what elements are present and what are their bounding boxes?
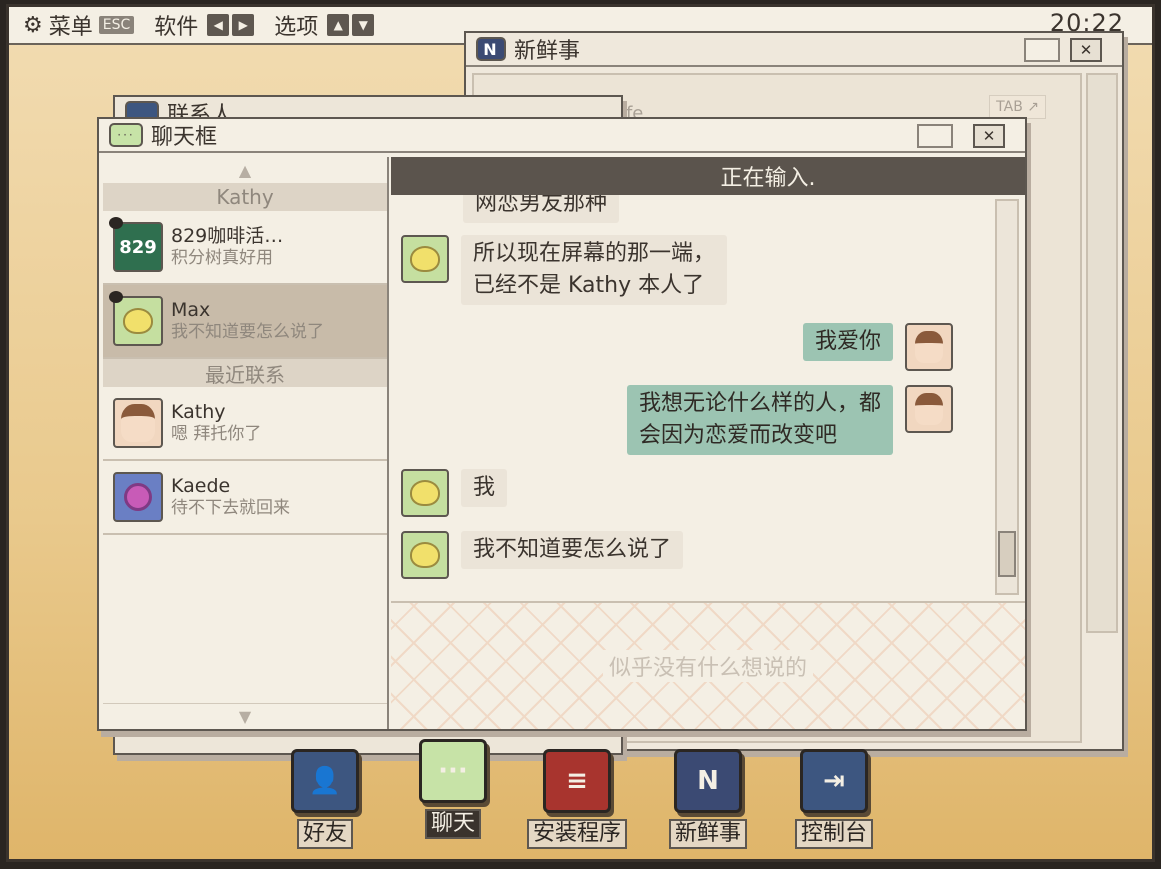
section-pinned: Kathy: [103, 183, 387, 211]
contact-name: Kathy: [171, 401, 226, 423]
contact-item-kathy[interactable]: Kathy 嗯 拜托你了: [103, 387, 387, 461]
news-window-title: 新鲜事: [514, 39, 581, 64]
notification-icon: [109, 291, 123, 303]
chat-area: 正在输入. 网恋男友那种 所以现在屏幕的那一端， 已经不是 Kathy 本人了 …: [391, 157, 1025, 729]
avatar: [401, 235, 449, 283]
left-arrow-icon[interactable]: ◀: [207, 14, 230, 36]
avatar: [113, 472, 163, 522]
girl-icon: [915, 331, 943, 363]
close-button[interactable]: ✕: [973, 124, 1005, 148]
close-button[interactable]: ✕: [1070, 38, 1102, 62]
chat-window[interactable]: ··· 聊天框 ✕ ▲ Kathy 829 829咖啡活… 积分树真好用 Max: [97, 117, 1027, 731]
news-icon: N: [476, 37, 506, 61]
dock-label: 聊天: [424, 809, 481, 839]
chat-icon: ···: [109, 123, 143, 147]
dock-label: 控制台: [795, 819, 874, 849]
typing-status: 正在输入.: [391, 157, 1025, 195]
friends-icon: 👤: [291, 749, 359, 813]
software-button[interactable]: 软件 ◀ ▶: [148, 9, 255, 41]
message-row: 我爱你: [802, 323, 953, 371]
contact-last-message: 我不知道要怎么说了: [171, 322, 324, 342]
avatar: [905, 385, 953, 433]
up-arrow-icon[interactable]: ▲: [327, 14, 350, 36]
tab-button[interactable]: TAB ↗: [989, 95, 1046, 119]
flower-icon: [124, 483, 152, 511]
avatar: 829: [113, 222, 163, 272]
avatar: [113, 296, 163, 346]
maximize-button[interactable]: [1024, 38, 1060, 62]
contact-last-message: 积分树真好用: [171, 248, 273, 268]
input-placeholder: 似乎没有什么想说的: [602, 650, 813, 682]
message-row: 所以现在屏幕的那一端， 已经不是 Kathy 本人了: [401, 235, 728, 305]
right-arrow-icon[interactable]: ▶: [232, 14, 255, 36]
software-label: 软件: [154, 15, 199, 40]
message-bubble: 我爱你: [802, 323, 893, 361]
notification-icon: [109, 217, 123, 229]
news-titlebar[interactable]: N 新鲜事 ✕: [466, 33, 1122, 67]
message-input[interactable]: 似乎没有什么想说的: [391, 601, 1025, 729]
chick-icon: [410, 542, 440, 568]
message-row: 网恋男友那种: [463, 195, 620, 223]
dock: 👤 好友 ··· 聊天 ≡ 安装程序 N 新鲜事 ⇥ 控制台: [9, 739, 1152, 859]
esc-key-hint: ESC: [98, 16, 135, 34]
dock-label: 新鲜事: [669, 819, 748, 849]
menu-button[interactable]: ⚙ 菜单 ESC: [23, 9, 135, 41]
message-row: 我: [401, 469, 508, 517]
dock-label: 安装程序: [527, 819, 628, 849]
console-icon: ⇥: [800, 749, 868, 813]
dock-item-chat[interactable]: ··· 聊天: [419, 739, 487, 839]
dock-item-console[interactable]: ⇥ 控制台: [795, 749, 874, 849]
down-arrow-icon[interactable]: ▼: [352, 14, 375, 36]
message-list: 网恋男友那种 所以现在屏幕的那一端， 已经不是 Kathy 本人了 我爱你 我想…: [391, 195, 991, 601]
scroll-up-arrow-icon[interactable]: ▲: [103, 157, 387, 183]
contact-item-max[interactable]: Max 我不知道要怎么说了: [103, 285, 387, 359]
contact-list: ▲ Kathy 829 829咖啡活… 积分树真好用 Max 我不知道要怎么说了…: [103, 157, 389, 729]
contact-name: Max: [171, 299, 211, 321]
girl-icon: [915, 393, 943, 425]
options-label: 选项: [274, 15, 319, 40]
chat-scrollbar[interactable]: [995, 199, 1019, 595]
scroll-down-arrow-icon[interactable]: ▼: [103, 703, 387, 729]
message-bubble: 我不知道要怎么说了: [461, 531, 684, 569]
avatar: [401, 469, 449, 517]
menu-label: 菜单: [48, 15, 93, 40]
avatar: [113, 398, 163, 448]
message-bubble: 我想无论什么样的人，都 会因为恋爱而改变吧: [626, 385, 893, 455]
news-icon: N: [674, 749, 742, 813]
scroll-thumb[interactable]: [998, 531, 1016, 577]
message-bubble: 网恋男友那种: [463, 195, 620, 223]
chat-window-title: 聊天框: [151, 125, 218, 150]
girl-icon: [121, 404, 155, 442]
chick-icon: [123, 308, 153, 334]
maximize-button[interactable]: [917, 124, 953, 148]
chat-icon: ···: [419, 739, 487, 803]
chat-titlebar[interactable]: ··· 聊天框 ✕: [99, 119, 1025, 153]
message-row: 我想无论什么样的人，都 会因为恋爱而改变吧: [626, 385, 953, 455]
chick-icon: [410, 246, 440, 272]
gear-icon: ⚙: [23, 12, 43, 38]
installer-icon: ≡: [543, 749, 611, 813]
dock-item-friends[interactable]: 👤 好友: [291, 749, 359, 849]
contact-name: Kaede: [171, 475, 231, 497]
contact-last-message: 待不下去就回来: [171, 498, 290, 518]
options-button[interactable]: 选项 ▲ ▼: [268, 9, 375, 41]
contact-item-829cafe[interactable]: 829 829咖啡活… 积分树真好用: [103, 211, 387, 285]
chick-icon: [410, 480, 440, 506]
message-bubble: 我: [461, 469, 508, 507]
dock-label: 好友: [296, 819, 353, 849]
contact-name: 829咖啡活…: [171, 225, 284, 247]
message-bubble: 所以现在屏幕的那一端， 已经不是 Kathy 本人了: [461, 235, 728, 305]
dock-item-installer[interactable]: ≡ 安装程序: [527, 749, 628, 849]
message-row: 我不知道要怎么说了: [401, 531, 684, 579]
game-screen: ⚙ 菜单 ESC 软件 ◀ ▶ 选项 ▲ ▼ 20:22 N 新鲜事 ✕ 829…: [6, 4, 1155, 862]
avatar: [905, 323, 953, 371]
avatar: [401, 531, 449, 579]
section-recent: 最近联系: [103, 359, 387, 387]
dock-item-news[interactable]: N 新鲜事: [669, 749, 748, 849]
contact-item-kaede[interactable]: Kaede 待不下去就回来: [103, 461, 387, 535]
contact-last-message: 嗯 拜托你了: [171, 424, 262, 444]
news-scrollbar[interactable]: [1086, 73, 1118, 633]
